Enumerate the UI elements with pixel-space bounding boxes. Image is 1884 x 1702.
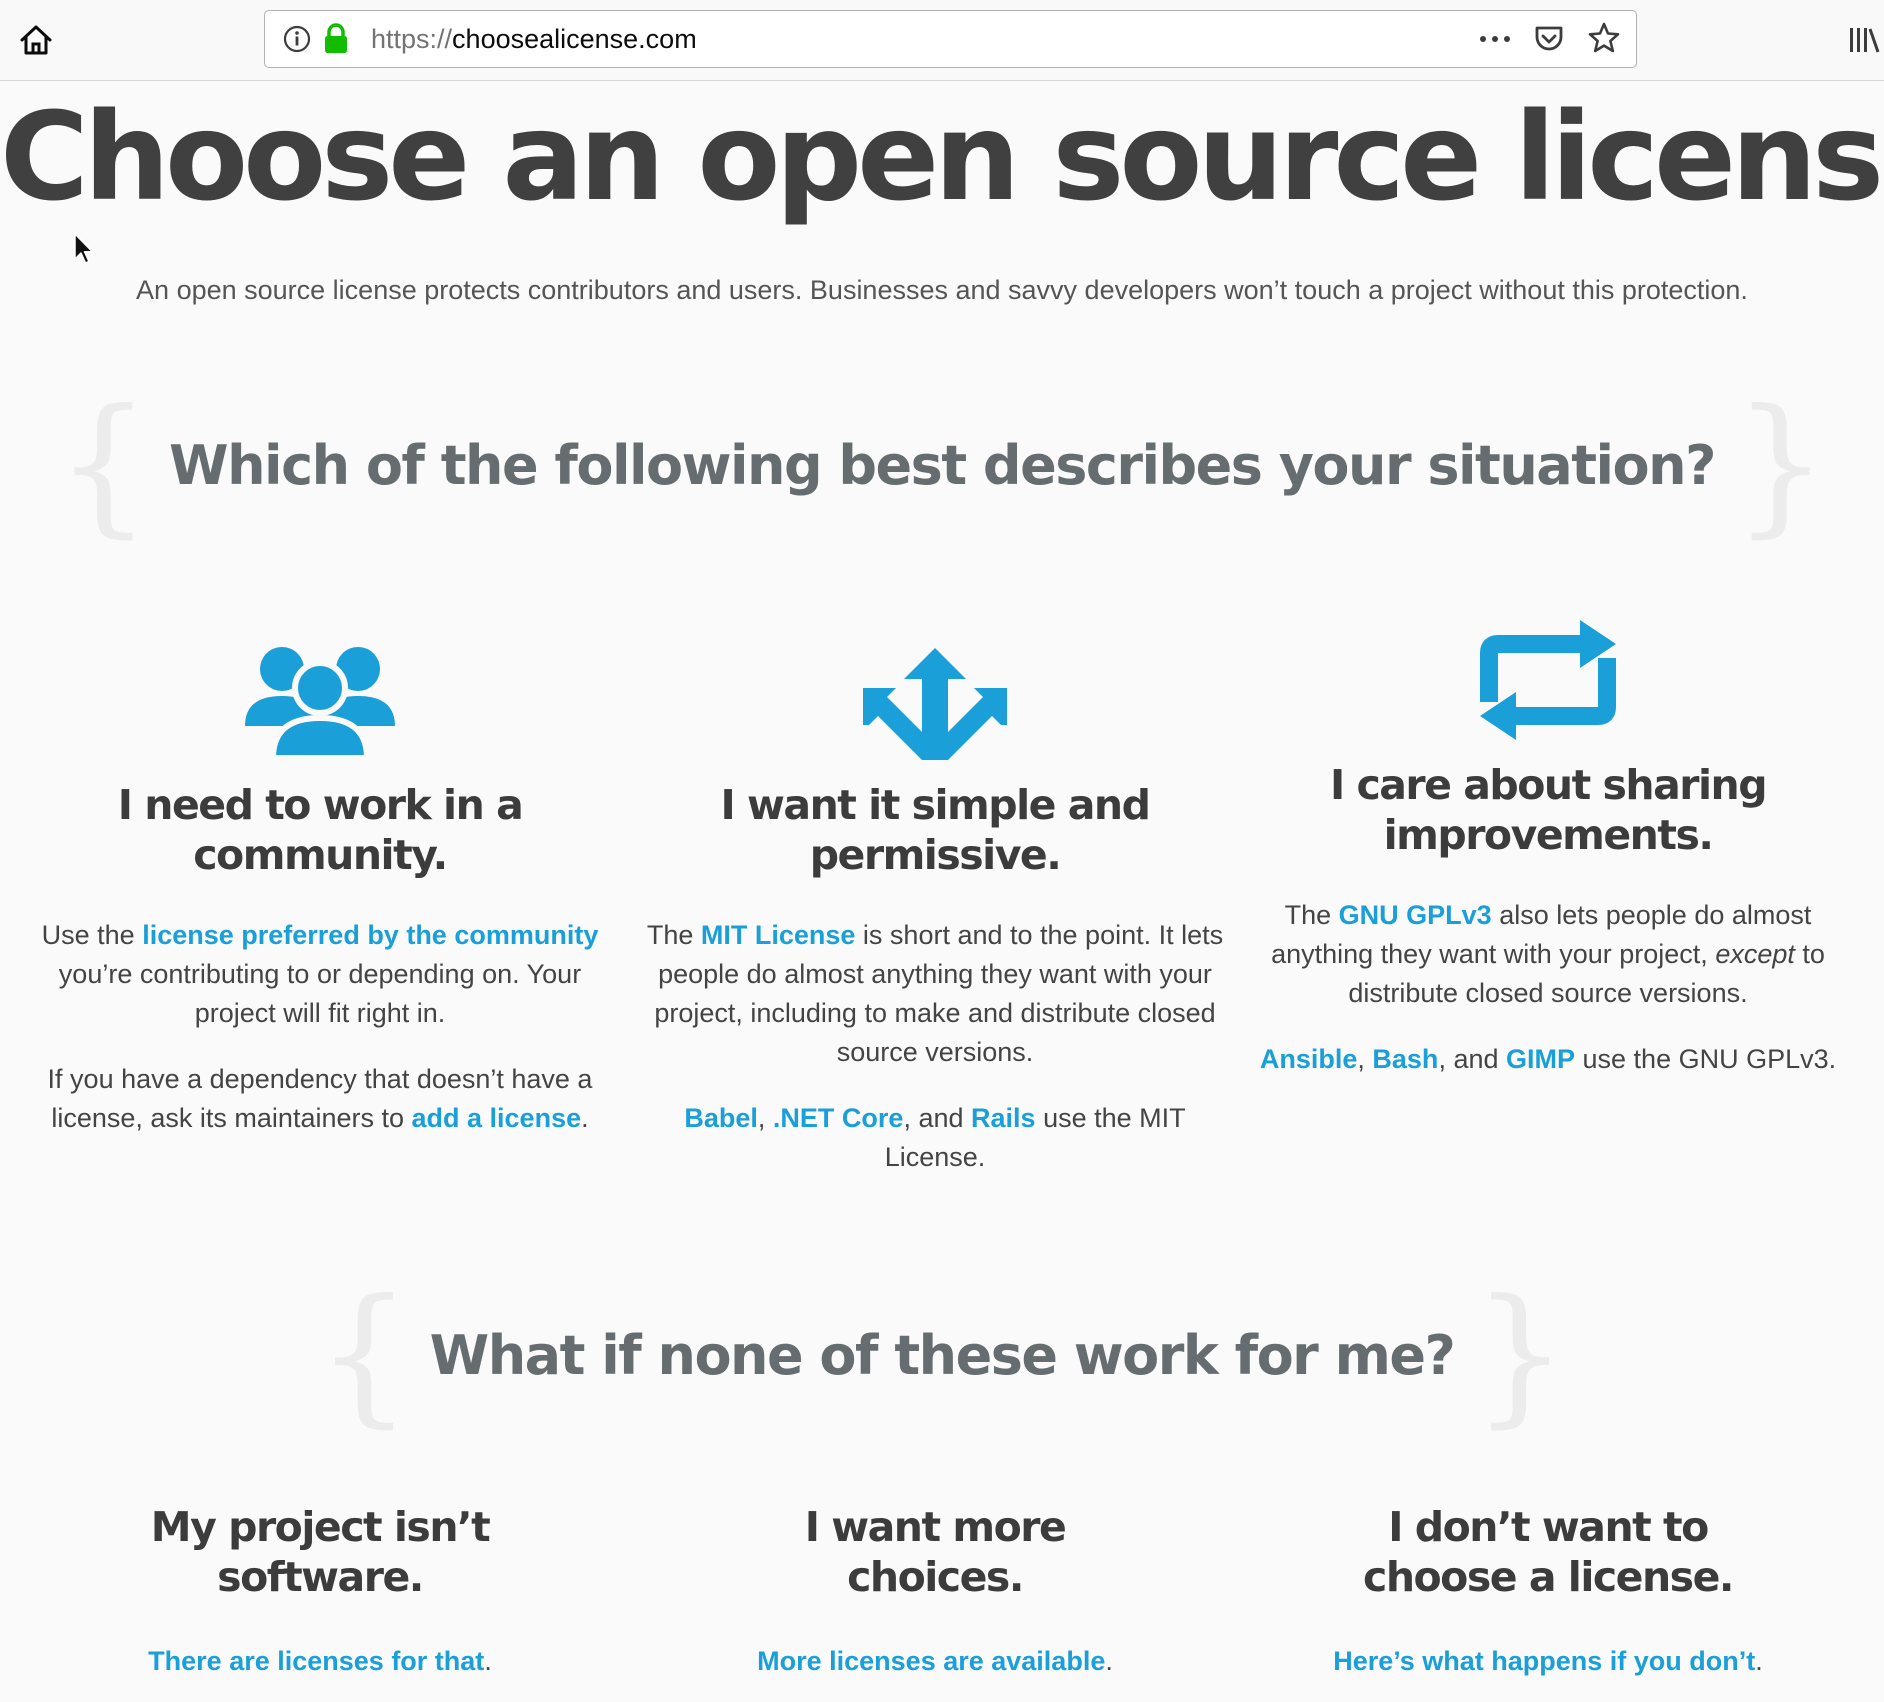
more-licenses-link[interactable]: More licenses are available (757, 1646, 1105, 1676)
rails-link[interactable]: Rails (971, 1103, 1036, 1133)
gpl-desc: The GNU GPLv3 also lets people do almost… (1258, 896, 1838, 1013)
not-software-link-row: There are licenses for that. (30, 1642, 610, 1681)
mit-title-line1: I want it simple and (720, 781, 1151, 829)
lock-icon[interactable] (323, 23, 349, 55)
alternatives-heading: {What if none of these work for me?} (0, 1280, 1884, 1430)
gpl-examples: Ansible, Bash, and GIMP use the GNU GPLv… (1258, 1040, 1838, 1079)
repeat-arrows-icon (1480, 620, 1616, 740)
mit-desc: The MIT License is short and to the poin… (645, 916, 1225, 1072)
address-bar[interactable]: https://choosealicense.com (264, 10, 1637, 68)
mit-examples-sep1: , (757, 1103, 773, 1133)
community-desc-text: Use the (41, 920, 143, 950)
gpl-examples-sep2: , and (1438, 1044, 1506, 1074)
community-dependency-desc: If you have a dependency that doesn’t ha… (30, 1060, 610, 1138)
url-text[interactable]: https://choosealicense.com (371, 24, 697, 55)
browser-toolbar: https://choosealicense.com (0, 0, 1884, 81)
tagline: An open source license protects contribu… (136, 275, 1748, 305)
not-software-title-line1: My project isn’t (150, 1503, 491, 1551)
gimp-link[interactable]: GIMP (1506, 1044, 1575, 1074)
close-brace: } (1472, 1268, 1568, 1442)
no-license-link-row: Here’s what happens if you don’t. (1258, 1642, 1838, 1681)
not-software-title-line2: software. (217, 1553, 424, 1601)
mit-license-link[interactable]: MIT License (701, 920, 856, 950)
community-license-link[interactable]: license preferred by the community (142, 920, 598, 950)
close-brace: } (1732, 378, 1829, 552)
page-actions-menu-icon[interactable] (1477, 25, 1513, 53)
gpl-desc-except: except (1715, 939, 1795, 969)
open-brace: { (316, 1268, 412, 1442)
gpl-title: I care about sharing improvements. (1258, 760, 1838, 860)
gpl-examples-sep1: , (1357, 1044, 1373, 1074)
more-choices-title-line1: I want more (804, 1503, 1067, 1551)
mit-title-line2: permissive. (809, 831, 1062, 879)
more-choices-option: I want more choices. (645, 1502, 1225, 1602)
not-software-option: My project isn’t software. (30, 1502, 610, 1602)
info-icon[interactable] (283, 25, 311, 53)
community-title-line1: I need to work in a (117, 781, 524, 829)
more-choices-title: I want more choices. (645, 1502, 1225, 1602)
url-scheme: https:// (371, 24, 453, 54)
no-license-title-line1: I don’t want to (1388, 1503, 1709, 1551)
more-choices-period: . (1105, 1646, 1113, 1676)
mit-desc-pre: The (646, 920, 701, 950)
ansible-link[interactable]: Ansible (1260, 1044, 1358, 1074)
dependency-desc-period: . (581, 1103, 589, 1133)
gpl-desc-pre: The (1284, 900, 1339, 930)
gpl-title-line1: I care about sharing (1329, 761, 1768, 809)
add-license-link[interactable]: add a license (412, 1103, 582, 1133)
mouse-pointer-icon (73, 232, 95, 266)
page-title: Choose an open source license (0, 87, 1884, 228)
non-software-licenses-link[interactable]: There are licenses for that (148, 1646, 484, 1676)
more-choices-title-line2: choices. (847, 1553, 1024, 1601)
url-host: choosealicense.com (452, 24, 697, 54)
community-people-icon (245, 647, 395, 758)
bookmark-star-icon[interactable] (1587, 21, 1621, 55)
pocket-icon[interactable] (1533, 23, 1565, 55)
no-license-option: I don’t want to choose a license. (1258, 1502, 1838, 1602)
community-title-line2: community. (193, 831, 448, 879)
no-license-link[interactable]: Here’s what happens if you don’t (1333, 1646, 1755, 1676)
community-option: I need to work in a community. Use the l… (30, 646, 610, 1138)
situation-heading-text: Which of the following best describes yo… (169, 433, 1716, 497)
gnu-gplv3-link[interactable]: GNU GPLv3 (1339, 900, 1492, 930)
more-choices-link-row: More licenses are available. (645, 1642, 1225, 1681)
bash-link[interactable]: Bash (1372, 1044, 1438, 1074)
no-license-title: I don’t want to choose a license. (1258, 1502, 1838, 1602)
home-icon[interactable] (18, 22, 54, 58)
dotnet-core-link[interactable]: .NET Core (773, 1103, 904, 1133)
gpl-option: I care about sharing improvements. The G… (1258, 620, 1838, 1079)
not-software-title: My project isn’t software. (30, 1502, 610, 1602)
no-license-period: . (1755, 1646, 1763, 1676)
community-title: I need to work in a community. (30, 780, 610, 880)
community-desc: Use the license preferred by the communi… (30, 916, 610, 1033)
situation-heading: {Which of the following best describes y… (0, 390, 1884, 540)
community-desc-text-2: you’re contributing to or depending on. … (58, 959, 582, 1028)
no-license-title-line2: choose a license. (1363, 1553, 1734, 1601)
library-icon[interactable] (1848, 22, 1882, 58)
gpl-title-line2: improvements. (1383, 811, 1714, 859)
not-software-period: . (484, 1646, 492, 1676)
mit-examples: Babel, .NET Core, and Rails use the MIT … (645, 1099, 1225, 1177)
alternatives-heading-text: What if none of these work for me? (429, 1323, 1456, 1387)
mit-option: I want it simple and permissive. The MIT… (645, 646, 1225, 1177)
mit-title: I want it simple and permissive. (645, 780, 1225, 880)
babel-link[interactable]: Babel (684, 1103, 758, 1133)
mit-examples-sep2: , and (903, 1103, 972, 1133)
open-brace: { (55, 378, 152, 552)
arrows-spread-icon (863, 648, 1007, 760)
gpl-examples-post: use the GNU GPLv3. (1575, 1044, 1837, 1074)
